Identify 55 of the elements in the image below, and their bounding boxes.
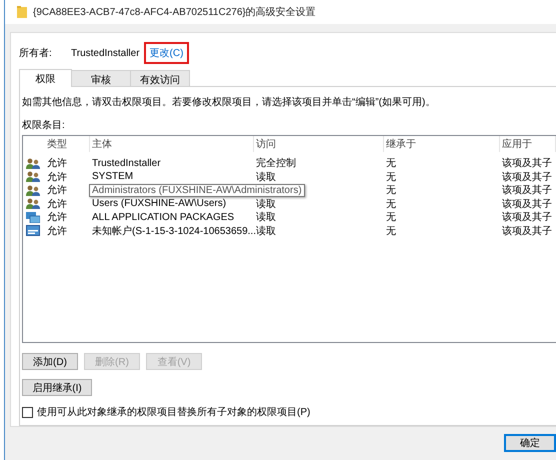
list-label: 权限条目: <box>22 118 66 132</box>
tab[interactable]: 审核 <box>71 70 131 86</box>
table-cell-text: 无 <box>385 157 397 170</box>
table-cell-text: 该项及其子 <box>501 198 553 210</box>
table-cell-text: 读取 <box>255 170 277 184</box>
column-header[interactable]: 类型 <box>45 136 90 152</box>
table-cell-text: 允许 <box>46 198 68 210</box>
column-header[interactable]: 主体 <box>90 136 254 152</box>
table-cell-text: 无 <box>385 170 397 184</box>
table-cell-text: 未知帐户(S-1-15-3-1024-10653659... <box>91 224 254 238</box>
column-header[interactable]: 访问 <box>254 136 384 152</box>
table-cell-text: 完全控制 <box>255 156 297 170</box>
column-header[interactable]: 应用于 <box>500 136 556 152</box>
table-cell-text: 该项及其子 <box>501 156 553 170</box>
table-cell-text: 该项及其子 <box>501 210 553 224</box>
column-header[interactable]: 继承于 <box>384 136 500 152</box>
owner-label: 所有者: <box>19 46 53 60</box>
table-cell-text: 无 <box>385 211 397 224</box>
users-icon <box>26 198 40 209</box>
table-cell-text: Users (FUXSHINE-AW\Users) <box>91 198 228 209</box>
action-button[interactable]: 添加(D) <box>22 353 78 370</box>
owner-value: TrustedInstaller <box>71 48 140 58</box>
table-cell-text: 读取 <box>255 210 277 224</box>
ok-button[interactable]: 确定 <box>504 434 556 452</box>
folder-icon <box>17 6 27 18</box>
tab[interactable]: 有效访问 <box>130 70 190 86</box>
table-cell-text: 读取 <box>255 198 277 210</box>
table-cell-text: 允许 <box>46 224 68 238</box>
table-cell-text: 允许 <box>46 184 68 197</box>
users-icon <box>26 171 40 182</box>
account-icon <box>26 225 40 236</box>
table-cell-text: 该项及其子 <box>501 184 553 197</box>
package-icon <box>26 212 40 222</box>
table-cell-text: 该项及其子 <box>501 224 553 238</box>
table-cell-text: 允许 <box>46 210 68 224</box>
checkbox[interactable] <box>22 406 33 418</box>
users-icon <box>26 158 40 168</box>
table-cell-text: 读取 <box>256 224 277 238</box>
table-cell-text: 允许 <box>46 156 68 170</box>
table-cell-text: SYSTEM <box>91 171 134 182</box>
table-cell-text: 无 <box>385 224 397 238</box>
table-cell-text: 该项及其子 <box>501 170 553 184</box>
table-cell-text: 允许 <box>46 170 68 184</box>
table-cell-text: 无 <box>385 184 397 197</box>
table-cell-text: 无 <box>385 198 397 210</box>
info-text: 如需其他信息，请双击权限项目。若要修改权限项目，请选择该项目并单击“编辑”(如果可用)。 <box>22 96 436 109</box>
enable-inheritance-button[interactable]: 启用继承(I) <box>22 379 92 396</box>
change-link[interactable]: 更改(C) <box>144 42 190 64</box>
checkbox-label: 使用可从此对象继承的权限项目替换所有子对象的权限项目(P) <box>37 406 310 419</box>
window-title: {9CA88EE3-ACB7-47c8-AFC4-AB702511C276}的高级安全设置 <box>33 6 316 19</box>
tab[interactable]: 权限 <box>19 69 72 87</box>
table-cell-text: ALL APPLICATION PACKAGES <box>91 212 236 222</box>
users-icon <box>26 184 40 196</box>
tooltip: Administrators (FUXSHINE-AW\Administrators) <box>89 184 305 196</box>
table-cell-text: TrustedInstaller <box>91 158 162 168</box>
